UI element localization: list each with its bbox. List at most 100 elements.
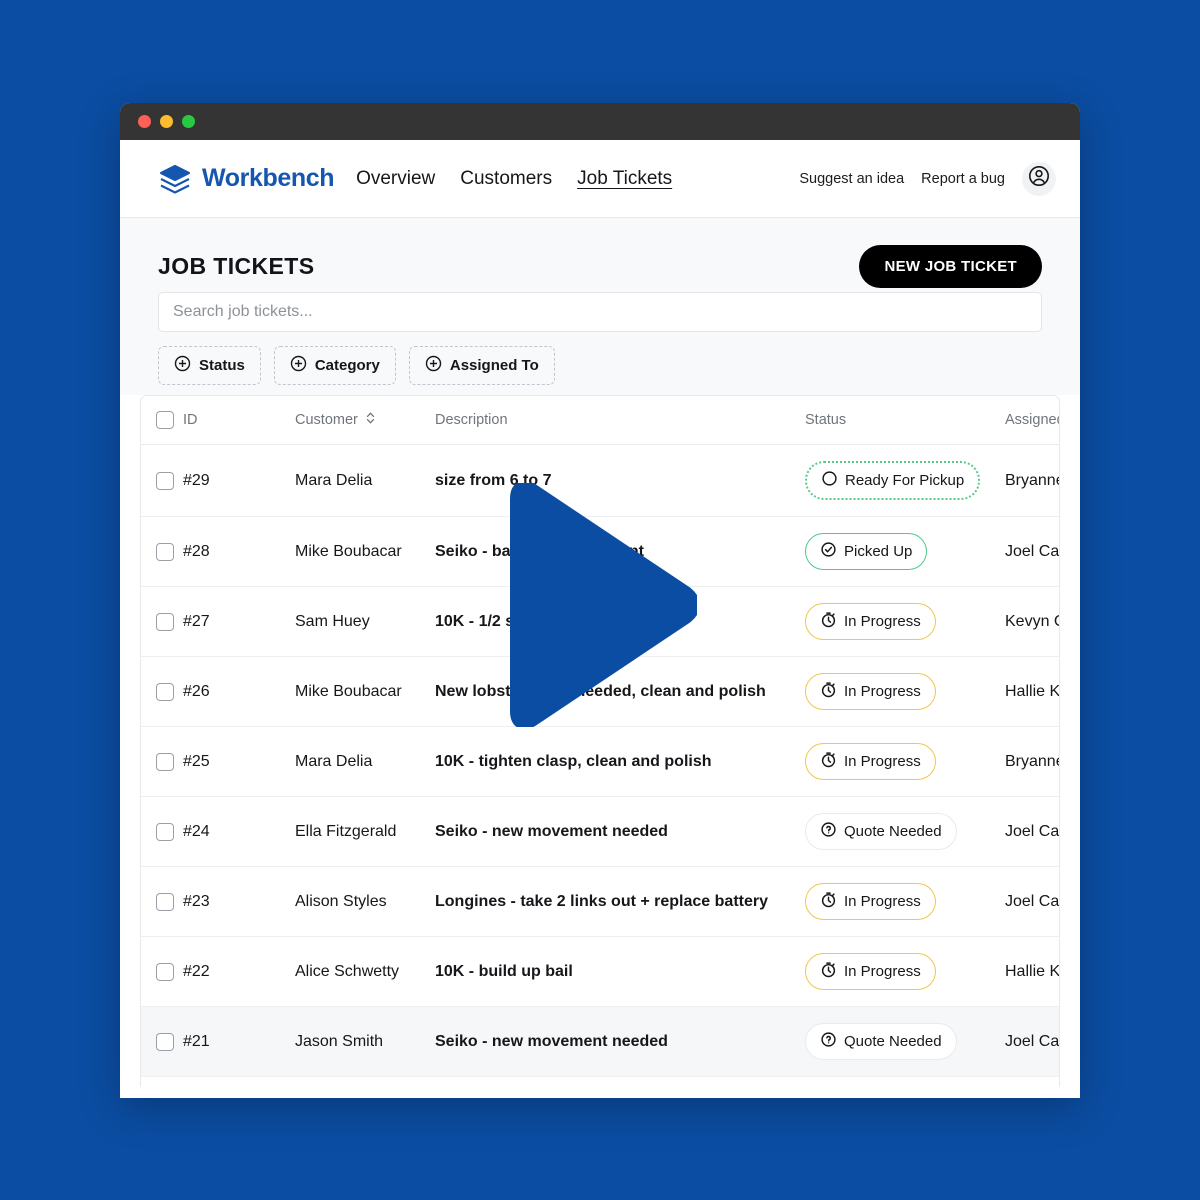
filter-chip-assigned-to[interactable]: Assigned To: [408, 346, 555, 385]
stopwatch-icon: [820, 751, 837, 772]
status-badge-label: In Progress: [844, 753, 921, 770]
cell-customer: Angie Simmons: [295, 1076, 435, 1087]
filter-chip-label: Assigned To: [449, 357, 539, 374]
stopwatch-icon: [820, 961, 837, 982]
brand-logo[interactable]: Workbench: [158, 163, 334, 195]
cell-assigned-to: Joel Ca: [1005, 1006, 1059, 1077]
status-badge-label: Picked Up: [844, 543, 913, 560]
search-input[interactable]: [158, 292, 1042, 332]
status-badge-label: Quote Needed: [844, 1033, 942, 1050]
maximize-window-button[interactable]: [182, 115, 195, 128]
select-all-checkbox[interactable]: [156, 411, 174, 429]
cell-id: #26: [183, 656, 295, 727]
row-select-checkbox[interactable]: [156, 892, 174, 911]
plus-circle-icon: [290, 355, 307, 376]
job-tickets-table-container: ID Customer Description Status Assigned …: [140, 395, 1060, 1087]
status-badge-label: Quote Needed: [844, 823, 942, 840]
cell-status: In Progress: [805, 726, 1005, 797]
cell-assigned-to: Kevyn C: [1005, 586, 1059, 657]
table-row[interactable]: #26 Mike Boubacar New lobster clasp need…: [141, 656, 1059, 727]
cell-description: size from 6 to 7: [435, 444, 805, 517]
row-select-cell: [141, 586, 183, 657]
filter-chip-status[interactable]: Status: [158, 346, 261, 385]
cell-assigned-to: Joel Ca: [1005, 796, 1059, 867]
table-row[interactable]: #28 Mike Boubacar Seiko - battery replac…: [141, 516, 1059, 587]
stopwatch-icon: [820, 611, 837, 632]
table-row[interactable]: #27 Sam Huey 10K - 1/2 shank In Progress…: [141, 586, 1059, 657]
cell-description: Seiko - new movement needed: [435, 796, 805, 867]
cell-description: 14K band- size from 6 to 7: [435, 1076, 805, 1087]
row-select-cell: [141, 1076, 183, 1087]
row-select-cell: [141, 1006, 183, 1077]
cell-status: Picked Up: [805, 516, 1005, 587]
row-select-checkbox[interactable]: [156, 612, 174, 631]
account-avatar-button[interactable]: [1022, 161, 1056, 196]
question-circle-icon: [820, 1031, 837, 1052]
brand-name: Workbench: [202, 164, 335, 192]
status-badge: Picked Up: [805, 533, 928, 570]
column-header-status: Status: [805, 396, 1005, 445]
table-header-row: ID Customer Description Status Assigned: [141, 396, 1059, 445]
table-row[interactable]: #20 Angie Simmons 14K band- size from 6 …: [141, 1076, 1059, 1087]
close-window-button[interactable]: [138, 115, 151, 128]
nav-link-customers[interactable]: Customers: [460, 168, 552, 190]
cell-customer: Mara Delia: [295, 444, 435, 517]
status-badge: Quote Needed: [805, 1023, 957, 1060]
cell-assigned-to: Joel Ca: [1005, 866, 1059, 937]
cell-description: 10K - tighten clasp, clean and polish: [435, 726, 805, 797]
row-select-checkbox[interactable]: [156, 962, 174, 981]
report-a-bug-link[interactable]: Report a bug: [921, 171, 1005, 187]
cell-status: In Progress: [805, 866, 1005, 937]
status-badge: In Progress: [805, 883, 936, 920]
row-select-cell: [141, 444, 183, 517]
nav-link-job-tickets[interactable]: Job Tickets: [577, 168, 672, 190]
row-select-checkbox[interactable]: [156, 471, 174, 490]
table-row[interactable]: #22 Alice Schwetty 10K - build up bail I…: [141, 936, 1059, 1007]
status-badge-label: Ready For Pickup: [845, 472, 965, 489]
cell-customer: Ella Fitzgerald: [295, 796, 435, 867]
row-select-checkbox[interactable]: [156, 822, 174, 841]
status-badge-label: In Progress: [844, 683, 921, 700]
window-titlebar: [120, 103, 1080, 140]
row-select-checkbox[interactable]: [156, 752, 174, 771]
cell-description: 10K - build up bail: [435, 936, 805, 1007]
cell-id: #23: [183, 866, 295, 937]
layers-icon: [158, 163, 192, 195]
table-row[interactable]: #24 Ella Fitzgerald Seiko - new movement…: [141, 796, 1059, 867]
cell-assigned-to: Bryanne: [1005, 1076, 1059, 1087]
row-select-cell: [141, 796, 183, 867]
new-job-ticket-button[interactable]: NEW JOB TICKET: [859, 244, 1042, 288]
table-row[interactable]: #23 Alison Styles Longines - take 2 link…: [141, 866, 1059, 937]
plus-circle-icon: [425, 355, 442, 376]
status-badge: In Progress: [805, 673, 936, 710]
cell-id: #21: [183, 1006, 295, 1077]
cell-customer: Mara Delia: [295, 726, 435, 797]
row-select-cell: [141, 516, 183, 587]
nav-link-overview[interactable]: Overview: [356, 168, 435, 190]
cell-id: #28: [183, 516, 295, 587]
table-row[interactable]: #29 Mara Delia size from 6 to 7 Ready Fo…: [141, 444, 1059, 517]
table-row[interactable]: #21 Jason Smith Seiko - new movement nee…: [141, 1006, 1059, 1077]
suggest-an-idea-link[interactable]: Suggest an idea: [799, 171, 904, 187]
cell-customer: Alison Styles: [295, 866, 435, 937]
table-body: #29 Mara Delia size from 6 to 7 Ready Fo…: [141, 444, 1059, 1087]
table-row[interactable]: #25 Mara Delia 10K - tighten clasp, clea…: [141, 726, 1059, 797]
cell-id: #20: [183, 1076, 295, 1087]
column-header-customer[interactable]: Customer: [295, 396, 435, 445]
cell-status: Ready For Pickup: [805, 444, 1005, 517]
status-badge: In Progress: [805, 953, 936, 990]
row-select-checkbox[interactable]: [156, 1032, 174, 1051]
column-header-assigned-to: Assigned: [1005, 396, 1059, 445]
cell-id: #24: [183, 796, 295, 867]
column-header-customer-label: Customer: [295, 412, 358, 428]
sort-icon[interactable]: [365, 411, 376, 429]
minimize-window-button[interactable]: [160, 115, 173, 128]
row-select-checkbox[interactable]: [156, 542, 174, 561]
cell-assigned-to: Bryanne: [1005, 444, 1059, 517]
row-select-checkbox[interactable]: [156, 682, 174, 701]
filter-chip-row: Status Category Assigned To: [158, 346, 1042, 385]
status-badge: In Progress: [805, 743, 936, 780]
filter-chip-category[interactable]: Category: [273, 346, 396, 385]
circle-outline-icon: [821, 470, 838, 491]
cell-status: In Progress: [805, 1076, 1005, 1087]
